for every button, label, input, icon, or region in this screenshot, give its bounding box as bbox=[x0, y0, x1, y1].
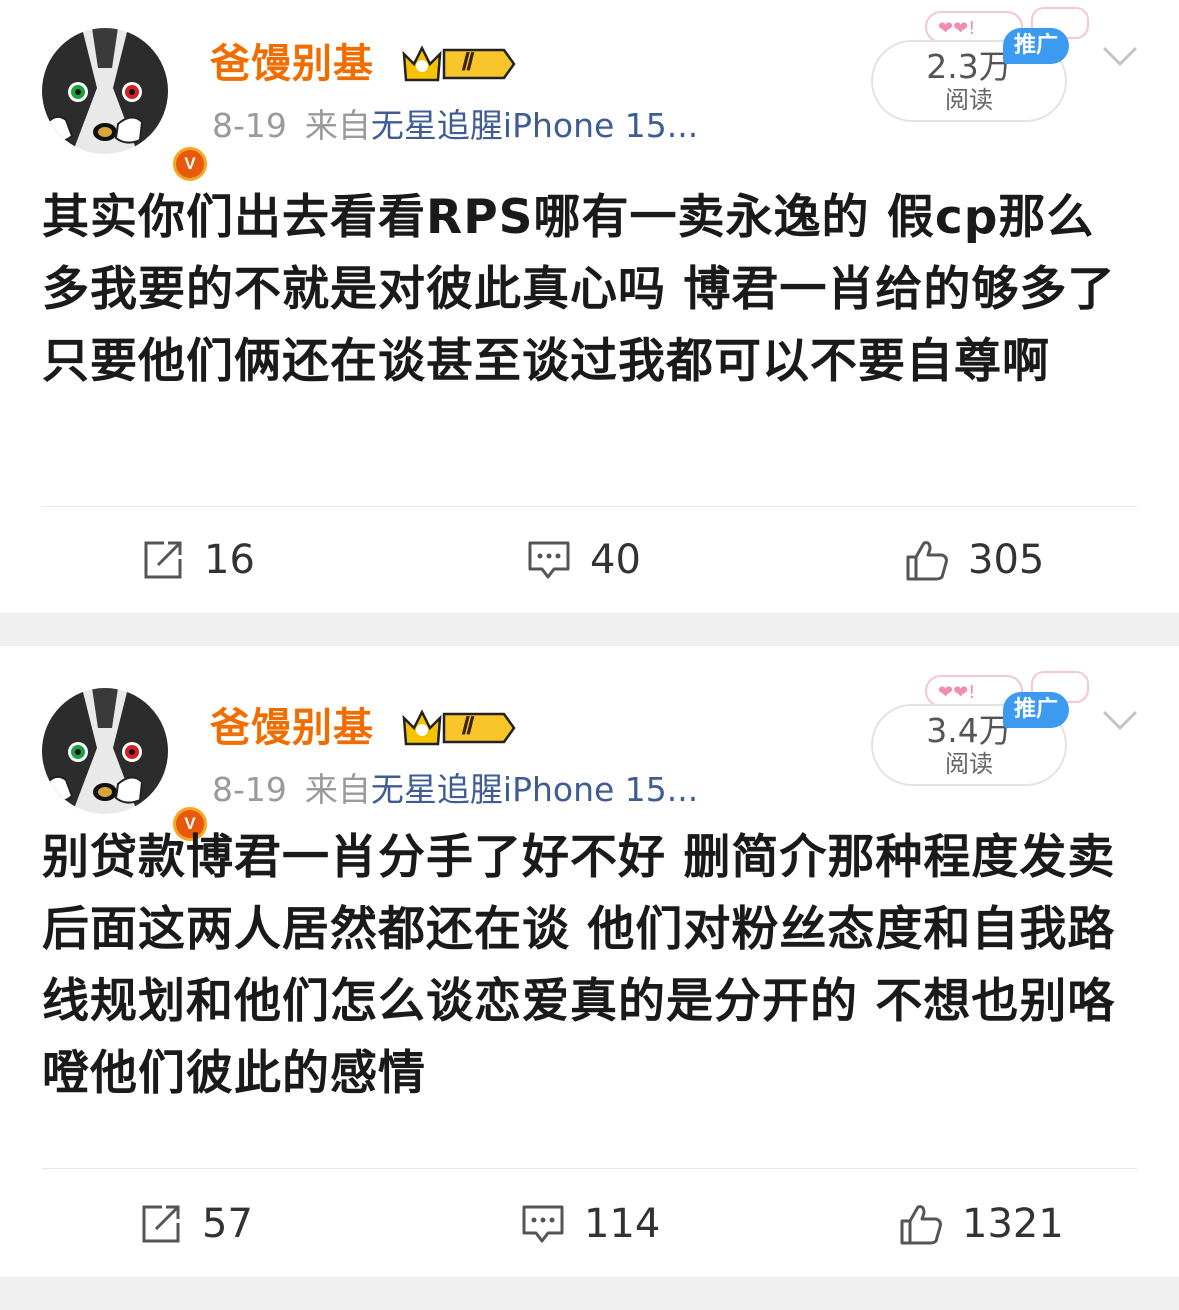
vip-crown-icon[interactable]: Ⅱ bbox=[400, 706, 516, 750]
avatar[interactable]: V bbox=[42, 688, 210, 844]
repost-icon bbox=[144, 541, 182, 579]
post-meta: 8-19 来自无星追腥iPhone 15... bbox=[212, 104, 698, 148]
repost-count: 57 bbox=[202, 1201, 253, 1247]
comment-button[interactable]: 40 bbox=[526, 532, 641, 588]
from-label: 来自 bbox=[304, 106, 371, 145]
husky-avatar-image bbox=[42, 688, 168, 814]
vip-crown-icon[interactable]: Ⅱ bbox=[400, 42, 516, 86]
action-bar: 16 40 305 bbox=[0, 510, 1179, 606]
like-icon bbox=[900, 1205, 942, 1245]
weibo-post: V 爸馒别基 Ⅱ 8-19 来自无星追腥iPhone 15... ❤❤! 3.4万… bbox=[0, 646, 1179, 1277]
post-source-link[interactable]: 无星追腥iPhone 15... bbox=[371, 770, 698, 809]
chevron-down-icon[interactable] bbox=[1100, 706, 1140, 734]
comment-button[interactable]: 114 bbox=[520, 1196, 660, 1252]
repost-icon bbox=[142, 1205, 180, 1243]
read-label: 阅读 bbox=[945, 750, 993, 778]
action-bar: 57 114 1321 bbox=[0, 1174, 1179, 1270]
svg-text:❤❤!: ❤❤! bbox=[938, 18, 975, 39]
like-count: 305 bbox=[968, 537, 1045, 583]
username[interactable]: 爸馒别基 bbox=[210, 38, 374, 90]
verified-badge-icon: V bbox=[170, 144, 210, 184]
post-meta: 8-19 来自无星追腥iPhone 15... bbox=[212, 768, 698, 812]
from-label: 来自 bbox=[304, 770, 371, 809]
username[interactable]: 爸馒别基 bbox=[210, 702, 374, 754]
comment-icon bbox=[528, 541, 570, 579]
post-date: 8-19 bbox=[212, 106, 287, 145]
comment-count: 114 bbox=[584, 1201, 661, 1247]
divider bbox=[42, 506, 1137, 507]
post-text: 别贷款博君一肖分手了好不好 删简介那种程度发卖后面这两人居然都还在谈 他们对粉丝… bbox=[42, 830, 1116, 1101]
chevron-down-icon[interactable] bbox=[1100, 42, 1140, 70]
vip-level: Ⅱ bbox=[460, 50, 472, 76]
comment-count: 40 bbox=[590, 537, 641, 583]
like-button[interactable]: 1321 bbox=[898, 1196, 1064, 1252]
avatar[interactable]: V bbox=[42, 28, 210, 184]
read-label: 阅读 bbox=[945, 86, 993, 114]
comment-icon bbox=[522, 1205, 564, 1243]
vip-level: Ⅱ bbox=[460, 714, 472, 740]
like-icon bbox=[906, 541, 948, 581]
divider bbox=[42, 1168, 1137, 1169]
weibo-post: V 爸馒别基 Ⅱ 8-19 来自无星追腥iPhone 15... ❤❤! 2.3万… bbox=[0, 0, 1179, 613]
husky-avatar-image bbox=[42, 28, 168, 154]
like-count: 1321 bbox=[962, 1201, 1064, 1247]
like-button[interactable]: 305 bbox=[904, 532, 1044, 588]
svg-text:❤❤!: ❤❤! bbox=[938, 682, 975, 703]
promo-tag[interactable]: 推广 bbox=[1003, 28, 1069, 64]
repost-count: 16 bbox=[204, 537, 255, 583]
post-date: 8-19 bbox=[212, 770, 287, 809]
post-source-link[interactable]: 无星追腥iPhone 15... bbox=[371, 106, 698, 145]
repost-button[interactable]: 16 bbox=[140, 532, 255, 588]
repost-button[interactable]: 57 bbox=[138, 1196, 253, 1252]
promo-tag[interactable]: 推广 bbox=[1003, 692, 1069, 728]
post-text: 其实你们出去看看RPS哪有一卖永逸的 假cp那么多我要的不就是对彼此真心吗 博君… bbox=[42, 190, 1116, 389]
